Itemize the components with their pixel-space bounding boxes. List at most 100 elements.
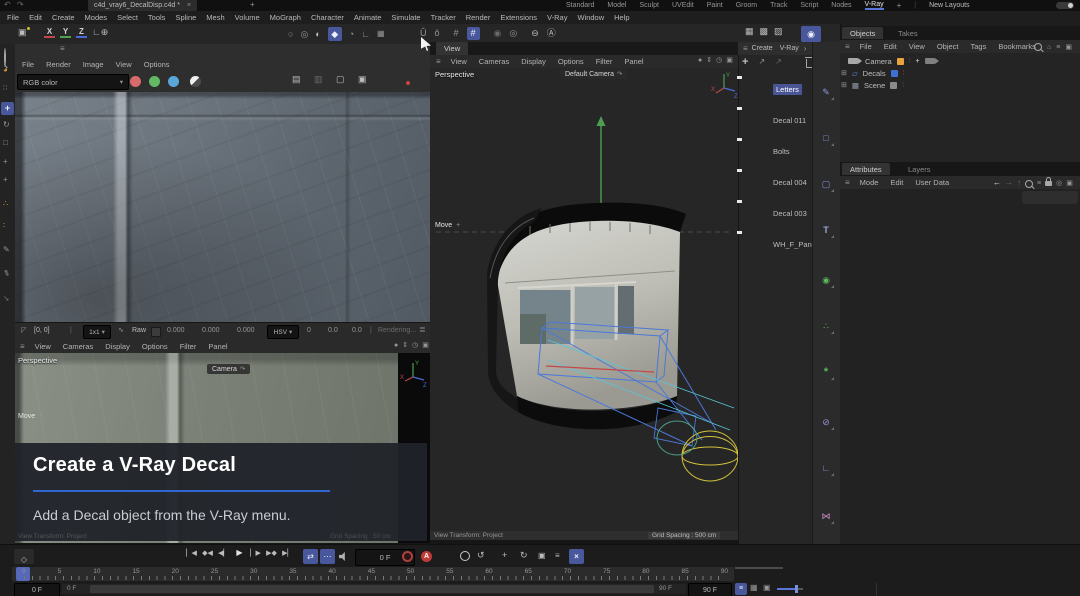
vpm-menu-panel[interactable]: Panel <box>618 57 649 66</box>
green-channel-icon[interactable] <box>149 76 160 87</box>
menu-simulate[interactable]: Simulate <box>386 13 425 22</box>
render-picture-viewer-icon[interactable]: ▩ <box>760 27 769 36</box>
vpm-menu-options[interactable]: Options <box>552 57 590 66</box>
export-panel-icon[interactable]: ▣ <box>1065 44 1072 51</box>
layout-tab-track[interactable]: Track <box>770 2 787 9</box>
timeline-mode-list-icon-active[interactable]: ≡ <box>735 583 747 595</box>
add-material-button[interactable]: + <box>742 57 748 68</box>
layout-tab-paint[interactable]: Paint <box>707 2 723 9</box>
goto-end-button[interactable]: ▶▏ <box>280 550 295 557</box>
scene-3d-model[interactable] <box>430 78 738 524</box>
axis-z-toggle[interactable]: Z <box>76 27 87 38</box>
vps-menu-cameras[interactable]: Cameras <box>57 342 99 351</box>
autokey-icon-active[interactable]: A <box>421 551 432 562</box>
zoom-icon[interactable]: ⇕ <box>402 342 408 349</box>
menu-help[interactable]: Help <box>609 13 634 22</box>
layout-tab-nodes[interactable]: Nodes <box>831 2 851 9</box>
save-image-icon[interactable]: ▤ <box>292 75 301 84</box>
tab-layers[interactable]: Layers <box>900 163 939 175</box>
deformer-disc-icon[interactable]: ⊘ <box>816 412 836 432</box>
vpm-menu-display[interactable]: Display <box>515 57 552 66</box>
menu-render[interactable]: Render <box>461 13 496 22</box>
close-tab-icon[interactable]: × <box>187 2 191 9</box>
up-arrow-icon[interactable]: ↑ <box>1017 179 1021 187</box>
range-start-field[interactable]: 0 F <box>14 583 60 596</box>
grid-on-icon[interactable]: # <box>467 27 480 40</box>
axis-x-toggle[interactable]: X <box>44 27 55 38</box>
render-settings-icon[interactable]: ▨ <box>774 27 783 36</box>
shading-quick-icon[interactable]: ◔ <box>349 30 354 39</box>
rv-menu-options[interactable]: Options <box>138 60 176 69</box>
panel-grip-icon[interactable]: ≡ <box>743 45 748 53</box>
next-key-button[interactable]: ▶◆ <box>264 550 279 557</box>
layer-color-swatch[interactable] <box>891 70 898 77</box>
redo-icon[interactable]: ↷ <box>17 0 24 9</box>
om-menu-object[interactable]: Object <box>931 42 965 51</box>
am-menu-edit[interactable]: Edit <box>884 178 909 187</box>
om-menu-view[interactable]: View <box>903 42 931 51</box>
workplane-object-icon[interactable]: ô <box>435 29 440 38</box>
maximize-view-icon[interactable]: ▣ <box>422 342 429 349</box>
range-slider-fill[interactable] <box>90 585 654 593</box>
symmetry-icon[interactable]: ⋈ <box>816 506 836 526</box>
loop-playback-icon-active[interactable]: ⇄ <box>303 549 318 564</box>
alpha-channel-icon[interactable] <box>190 76 201 87</box>
material-name[interactable]: Decal 003 <box>773 209 807 218</box>
menu-overflow-icon[interactable]: › <box>804 44 807 53</box>
ruler-scrollbar-hint[interactable] <box>735 567 783 569</box>
hsv-dropdown[interactable]: HSV ▾ <box>267 325 299 339</box>
object-name[interactable]: Camera <box>865 57 892 66</box>
undo-icon[interactable]: ↶ <box>4 0 11 9</box>
add-layout-button[interactable]: + <box>897 1 902 10</box>
follow-mouse-icon[interactable]: ▣ <box>358 75 367 84</box>
material-name[interactable]: Decal 011 <box>773 116 806 125</box>
om-menu-tags[interactable]: Tags <box>965 42 993 51</box>
panel-grip-icon[interactable]: ≡ <box>845 179 850 187</box>
layer-color-swatch[interactable] <box>897 58 904 65</box>
menu-character[interactable]: Character <box>306 13 349 22</box>
next-frame-button[interactable]: ▏▶ <box>248 550 263 557</box>
keyframe-pla-icon[interactable]: ▣ <box>538 552 546 560</box>
pan-icon[interactable]: ● <box>394 342 398 349</box>
shading-gouraud-icon[interactable]: ◆ <box>328 27 342 41</box>
target-icon[interactable]: ◎ <box>1056 180 1062 187</box>
view-grid-icon[interactable]: ▦ <box>377 30 385 38</box>
cube-primitive-icon[interactable]: ▢ <box>816 174 836 194</box>
vps-menu-filter[interactable]: Filter <box>174 342 203 351</box>
layout-tab-model[interactable]: Model <box>607 2 626 9</box>
menu-tracker[interactable]: Tracker <box>426 13 461 22</box>
keyframe-diamond-button[interactable]: ◇ <box>14 549 34 564</box>
lock-icon[interactable] <box>1045 181 1052 186</box>
om-menu-edit[interactable]: Edit <box>878 42 903 51</box>
spline-corner-icon[interactable]: ∟ <box>816 458 836 478</box>
brush-tool-icon[interactable]: ➘ <box>3 295 10 303</box>
selection-mode-icon[interactable]: ∷ <box>3 85 7 92</box>
vpm-menu-cameras[interactable]: Cameras <box>473 57 515 66</box>
rv-menu-file[interactable]: File <box>16 60 40 69</box>
generator-gear-icon[interactable]: * <box>816 362 836 382</box>
keyframe-track-icon-active[interactable]: ⋯ <box>320 549 335 564</box>
menu-extensions[interactable]: Extensions <box>495 13 542 22</box>
blue-channel-icon[interactable] <box>168 76 179 87</box>
tree-row-decals[interactable]: ⊞ ▱ Decals ∶ <box>841 67 904 79</box>
coordinate-system-icon[interactable]: ∟⊕ <box>92 28 108 37</box>
menu-volume[interactable]: Volume <box>230 13 265 22</box>
menu-mograph[interactable]: MoGraph <box>265 13 306 22</box>
rv-menu-image[interactable]: Image <box>77 60 110 69</box>
scale-tool-icon[interactable]: □ <box>3 139 8 147</box>
menu-vray[interactable]: V-Ray <box>542 13 572 22</box>
prev-key-button[interactable]: ◆◀ <box>200 550 215 557</box>
spline-pen-icon[interactable]: ✎ <box>816 82 836 102</box>
rotate-view-icon[interactable]: ◷ <box>412 342 418 349</box>
record-icon[interactable] <box>402 551 413 562</box>
load-material-icon[interactable]: ↗ <box>758 58 765 66</box>
render-preview-icon[interactable]: ▣ <box>18 28 27 37</box>
tab-attributes-active[interactable]: Attributes <box>842 163 890 175</box>
object-name[interactable]: Decals <box>863 69 886 78</box>
rotate-tool-icon[interactable]: ↻ <box>3 121 10 129</box>
axis-band-icon[interactable]: ◉ <box>494 29 502 38</box>
snap-toggle-icon-active[interactable]: × <box>569 549 584 564</box>
viewport-tab-view[interactable]: View <box>436 42 468 56</box>
forward-arrow-icon[interactable]: → <box>1005 179 1013 187</box>
channel-dropdown[interactable]: RGB color ▾ <box>17 74 129 90</box>
